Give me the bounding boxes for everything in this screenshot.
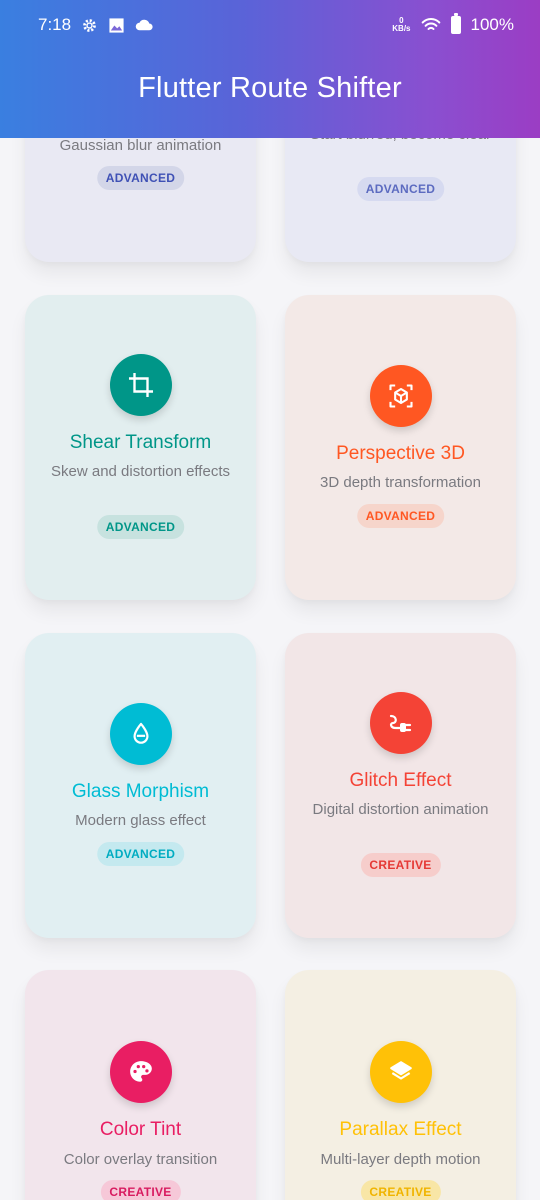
effect-description: Color overlay transition [63, 1151, 218, 1168]
battery-icon [450, 13, 461, 34]
category-badge: ADVANCED [96, 515, 185, 539]
cloud-icon [135, 18, 153, 32]
category-badge: CREATIVE [100, 1180, 181, 1200]
page-title: Flutter Route Shifter [138, 72, 402, 104]
effect-description: Digital distortion animation [312, 801, 489, 818]
effect-name: Parallax Effect [339, 1119, 462, 1140]
image-icon [108, 17, 125, 34]
status-bar: 7:18 0 KB/s 100% [0, 0, 540, 50]
effect-card-color-tint[interactable]: Color Tint Color overlay transition CREA… [25, 970, 256, 1200]
status-time: 7:18 [38, 15, 72, 34]
network-speed: 0 KB/s [392, 16, 411, 33]
palette-icon [109, 1041, 172, 1103]
category-badge: CREATIVE [360, 853, 441, 877]
effect-card-parallax-effect[interactable]: Parallax Effect Multi-layer depth motion… [285, 970, 516, 1200]
effect-description: Skew and distortion effects [51, 463, 230, 480]
effect-description: Gaussian blur animation [59, 137, 222, 154]
gear-icon [81, 17, 98, 34]
effect-name: Color Tint [99, 1119, 182, 1140]
layers-icon [369, 1041, 432, 1103]
crop-icon [109, 354, 172, 416]
water-drop-icon [109, 703, 172, 765]
3d-cube-icon [369, 365, 432, 427]
effects-grid: Gaussian blur animation ADVANCED Start b… [0, 0, 540, 1200]
app-bar: 7:18 0 KB/s 100% Flutter Route Shifter [0, 0, 540, 138]
category-badge: CREATIVE [360, 1180, 441, 1200]
effect-description: 3D depth transformation [320, 474, 481, 491]
effect-name: Shear Transform [69, 432, 212, 453]
effect-card-perspective-3d[interactable]: Perspective 3D 3D depth transformation A… [285, 295, 516, 600]
effect-name: Glass Morphism [71, 781, 210, 802]
effect-card-glass-morphism[interactable]: Glass Morphism Modern glass effect ADVAN… [25, 633, 256, 938]
battery-percent: 100% [470, 15, 514, 34]
category-badge: ADVANCED [96, 842, 185, 866]
effect-description: Multi-layer depth motion [320, 1151, 481, 1168]
wifi-icon [421, 17, 441, 33]
effect-description: Modern glass effect [75, 812, 206, 829]
category-badge: ADVANCED [96, 166, 185, 190]
effect-name: Glitch Effect [349, 770, 452, 791]
category-badge: ADVANCED [356, 177, 445, 201]
electrical-plug-icon [369, 692, 432, 754]
effect-name: Perspective 3D [336, 443, 465, 464]
effect-card-shear-transform[interactable]: Shear Transform Skew and distortion effe… [25, 295, 256, 600]
category-badge: ADVANCED [356, 504, 445, 528]
effect-card-glitch-effect[interactable]: Glitch Effect Digital distortion animati… [285, 633, 516, 938]
